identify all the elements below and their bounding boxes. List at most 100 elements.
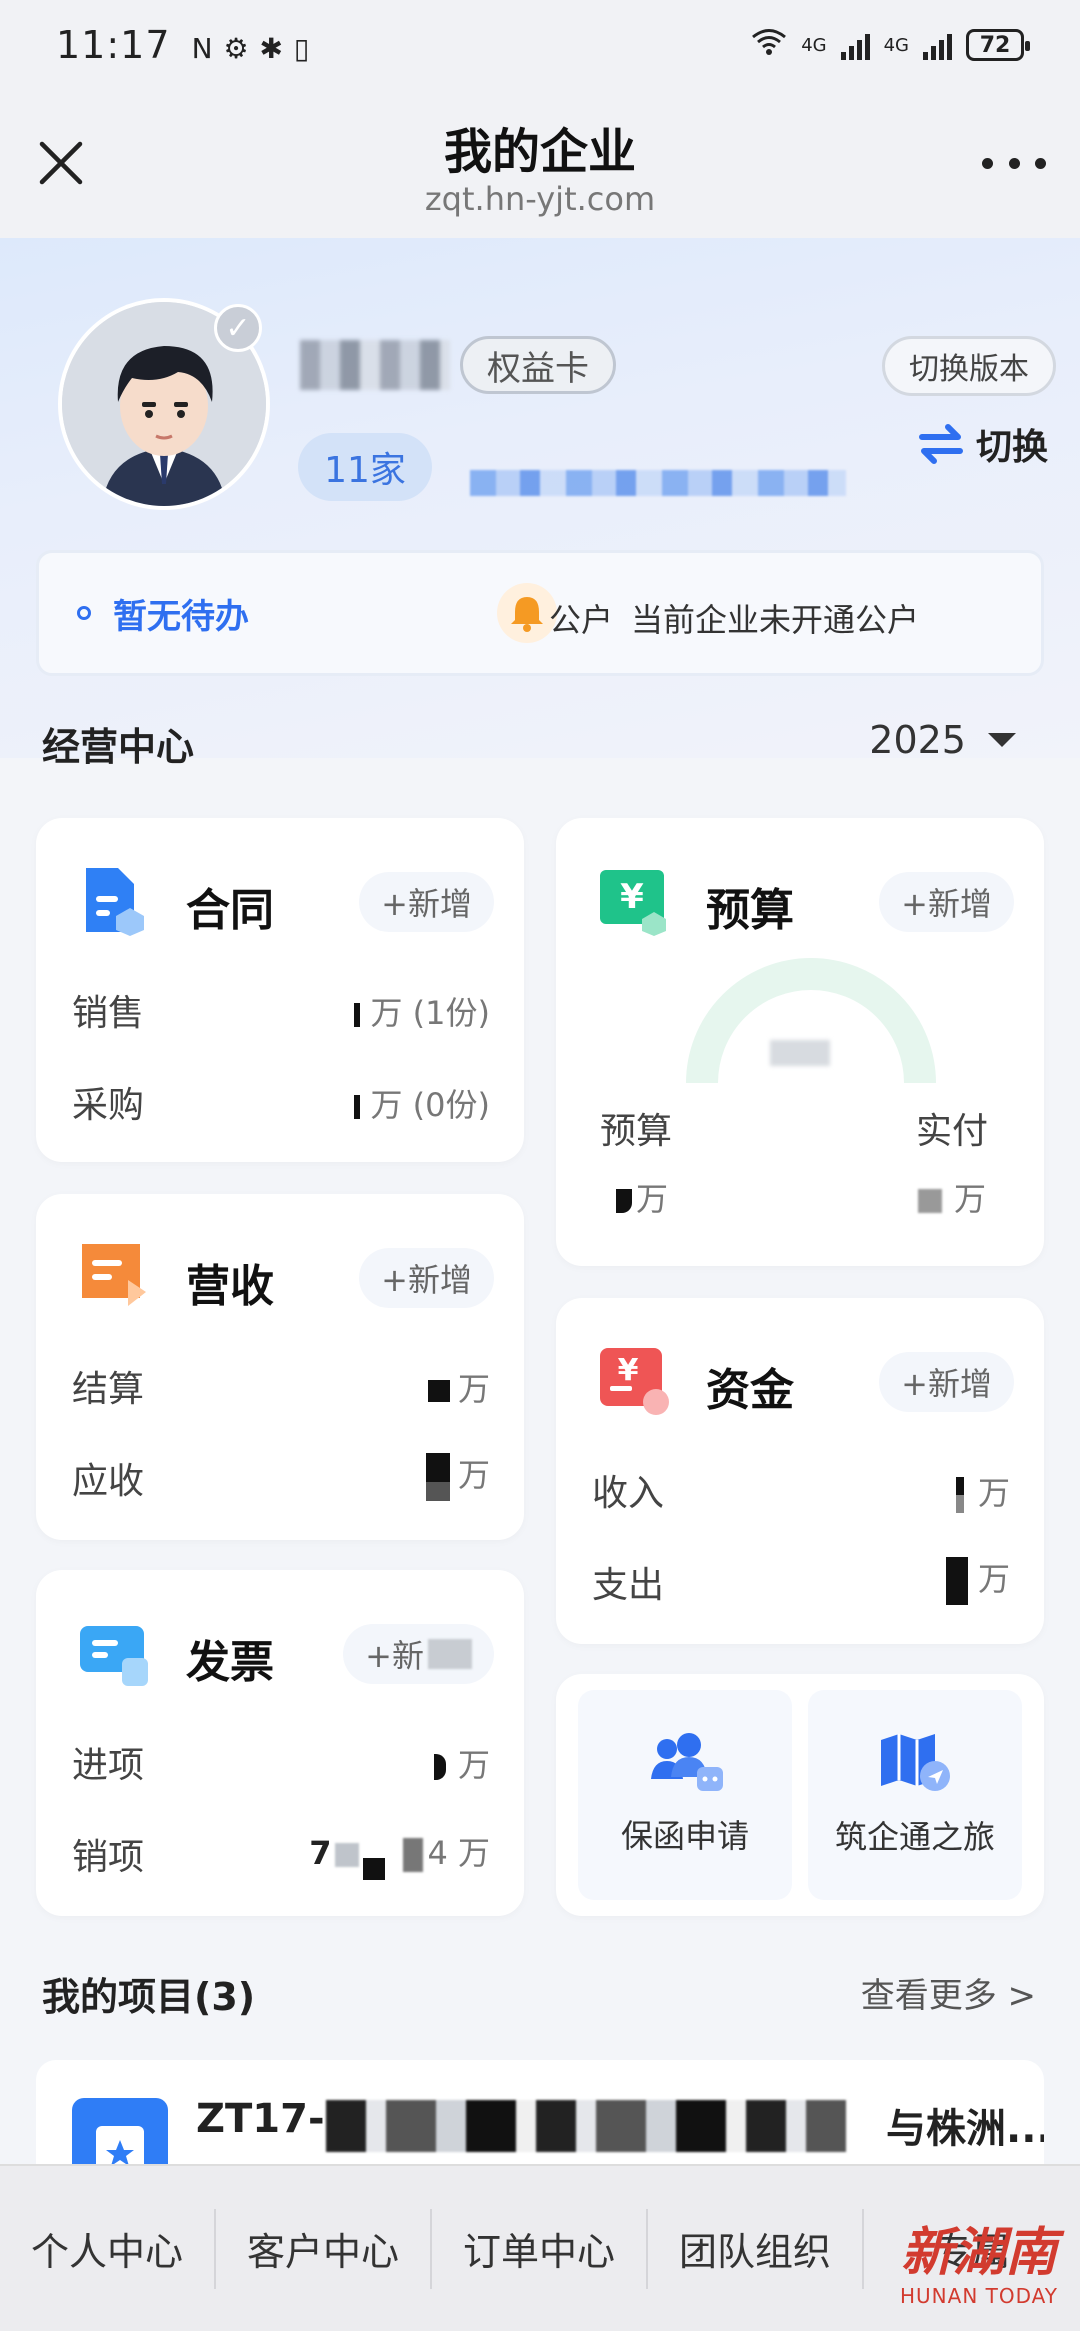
user-name-mosaic: [300, 340, 450, 390]
project-name-end: 与株洲...: [886, 2106, 1044, 2152]
funds-expense-value: 万: [945, 1554, 1010, 1605]
todo-bar[interactable]: 暂无待办 公户 当前企业未开通公户: [36, 550, 1044, 676]
invoice-icon: [78, 1616, 150, 1688]
guarantee-apply-label: 保函申请: [620, 1817, 749, 1855]
switch-version-button[interactable]: 切换版本: [882, 336, 1056, 396]
tab-customer-center[interactable]: 客户中心: [216, 2208, 432, 2289]
year-value: 2025: [869, 718, 966, 762]
business-center-title: 经营中心: [42, 725, 195, 769]
budget-icon: ¥: [598, 864, 670, 936]
hunan-today-watermark: 新湖南 HUNAN TODAY: [894, 2222, 1064, 2322]
rights-card-button[interactable]: 权益卡: [460, 336, 616, 394]
revenue-receivable-label: 应收: [72, 1461, 145, 1502]
more-dot-icon: [1035, 157, 1046, 169]
tab-order-center[interactable]: 订单中心: [432, 2208, 648, 2289]
system-icons: N ⚙ ✱ ▯: [191, 32, 311, 65]
signal-icon-2: [923, 30, 952, 60]
budget-left-label: 预算: [600, 1111, 673, 1152]
invoice-input-label: 进项: [72, 1745, 145, 1786]
contract-sales-label: 销售: [72, 993, 145, 1034]
switch-company-button[interactable]: 切换: [918, 418, 1048, 470]
page-url: zqt.hn-yjt.com: [424, 180, 656, 218]
switch-label: 切换: [975, 427, 1048, 468]
company-count-label: 11家: [324, 450, 406, 491]
projects-title: 我的项目(3): [42, 1975, 256, 2019]
svg-text:¥: ¥: [618, 1353, 639, 1388]
watermark-en: HUNAN TODAY: [900, 2284, 1058, 2308]
year-select[interactable]: 2025: [869, 718, 1016, 762]
invoice-input-value: 万: [433, 1740, 490, 1786]
tab-team-org[interactable]: 团队组织: [648, 2208, 864, 2289]
nav-bar: 我的企业 zqt.hn-yjt.com: [0, 90, 1080, 238]
contract-add-label: +新增: [381, 885, 472, 923]
more-dot-icon: [982, 157, 993, 169]
journey-label: 筑企通之旅: [834, 1818, 995, 1856]
company-name-mosaic: [470, 470, 846, 496]
todo-text: 暂无待办: [113, 596, 249, 637]
svg-text:¥: ¥: [620, 877, 644, 917]
funds-expense-label: 支出: [592, 1565, 665, 1606]
status-right: 4G 4G 72: [751, 28, 1030, 63]
contract-purchase-value: 万 (0份): [354, 1080, 490, 1126]
invoice-title: 发票: [186, 1637, 274, 1688]
contract-icon: [78, 864, 150, 936]
contract-sales-value: 万 (1份): [354, 988, 490, 1034]
tab-personal-center[interactable]: 个人中心: [0, 2208, 216, 2289]
status-time: 11:17 N ⚙ ✱ ▯: [56, 23, 310, 67]
funds-icon: ¥: [598, 1344, 670, 1416]
funds-add-button[interactable]: +新增: [879, 1352, 1014, 1412]
budget-add-label: +新增: [901, 885, 992, 923]
see-more-link[interactable]: 查看更多 >: [861, 1968, 1036, 2017]
status-bar: 11:17 N ⚙ ✱ ▯ 4G 4G 72: [0, 0, 1080, 90]
revenue-title: 营收: [186, 1261, 274, 1312]
bell-icon: [497, 583, 557, 643]
revenue-add-button[interactable]: +新增: [359, 1248, 494, 1308]
funds-title: 资金: [706, 1365, 794, 1416]
budget-left-value: 万: [616, 1174, 668, 1220]
journey-entry[interactable]: 筑企通之旅: [808, 1690, 1022, 1900]
funds-income-label: 收入: [592, 1473, 665, 1514]
invoice-output-label: 销项: [72, 1837, 145, 1878]
contract-purchase-label: 采购: [72, 1085, 145, 1126]
project-item[interactable]: ZT17- 与株洲...: [36, 2060, 1044, 2180]
revenue-card[interactable]: 营收 +新增 结算 万 应收 万: [36, 1194, 524, 1540]
wifi-icon: [751, 28, 787, 63]
budget-add-button[interactable]: +新增: [879, 872, 1014, 932]
guarantee-apply-entry[interactable]: 保函申请: [578, 1690, 792, 1900]
map-icon: [881, 1734, 950, 1791]
more-dot-icon: [1008, 157, 1020, 169]
budget-right-value: 万: [918, 1174, 986, 1220]
invoice-add-button[interactable]: +新: [343, 1624, 494, 1684]
revenue-settle-value: 万: [427, 1364, 490, 1410]
people-icon: [651, 1733, 723, 1791]
switch-version-label: 切换版本: [909, 352, 1029, 387]
funds-income-value: 万: [955, 1468, 1010, 1514]
notice-text: 当前企业未开通公户: [631, 601, 920, 639]
invoice-card[interactable]: 发票 +新 进项 万 销项 74 万: [36, 1570, 524, 1916]
quick-entries-card: 保函申请 筑企通之旅: [556, 1674, 1044, 1916]
page-title: 我的企业: [443, 124, 636, 180]
more-button[interactable]: [982, 148, 1046, 178]
contract-title: 合同: [186, 885, 274, 936]
network-label-2: 4G: [883, 34, 909, 56]
revenue-receivable-value: 万: [425, 1450, 490, 1501]
battery-level: 72: [979, 32, 1011, 58]
swap-icon: [918, 424, 963, 464]
company-count-badge[interactable]: 11家: [298, 433, 432, 501]
contract-add-button[interactable]: +新增: [359, 872, 494, 932]
contract-card[interactable]: 合同 +新增 销售 万 (1份) 采购 万 (0份): [36, 818, 524, 1162]
battery-icon: 72: [966, 29, 1030, 61]
revenue-settle-label: 结算: [72, 1369, 145, 1410]
funds-add-label: +新增: [901, 1365, 992, 1403]
profile-header: ✓ 权益卡 切换版本 11家 切换: [0, 238, 1080, 758]
chevron-down-icon: [988, 733, 1016, 747]
budget-gauge-value: [770, 1040, 830, 1066]
project-name-mosaic: [326, 2100, 846, 2152]
project-name-start: ZT17-: [196, 2096, 325, 2142]
revenue-add-label: +新增: [381, 1261, 472, 1299]
signal-icon-1: [840, 30, 870, 60]
clock: 11:17: [56, 23, 171, 67]
funds-card[interactable]: ¥ 资金 +新增 收入 万 支出 万: [556, 1298, 1044, 1644]
budget-card[interactable]: ¥ 预算 +新增 预算 实付 万 万: [556, 818, 1044, 1266]
rights-card-label: 权益卡: [487, 348, 589, 389]
